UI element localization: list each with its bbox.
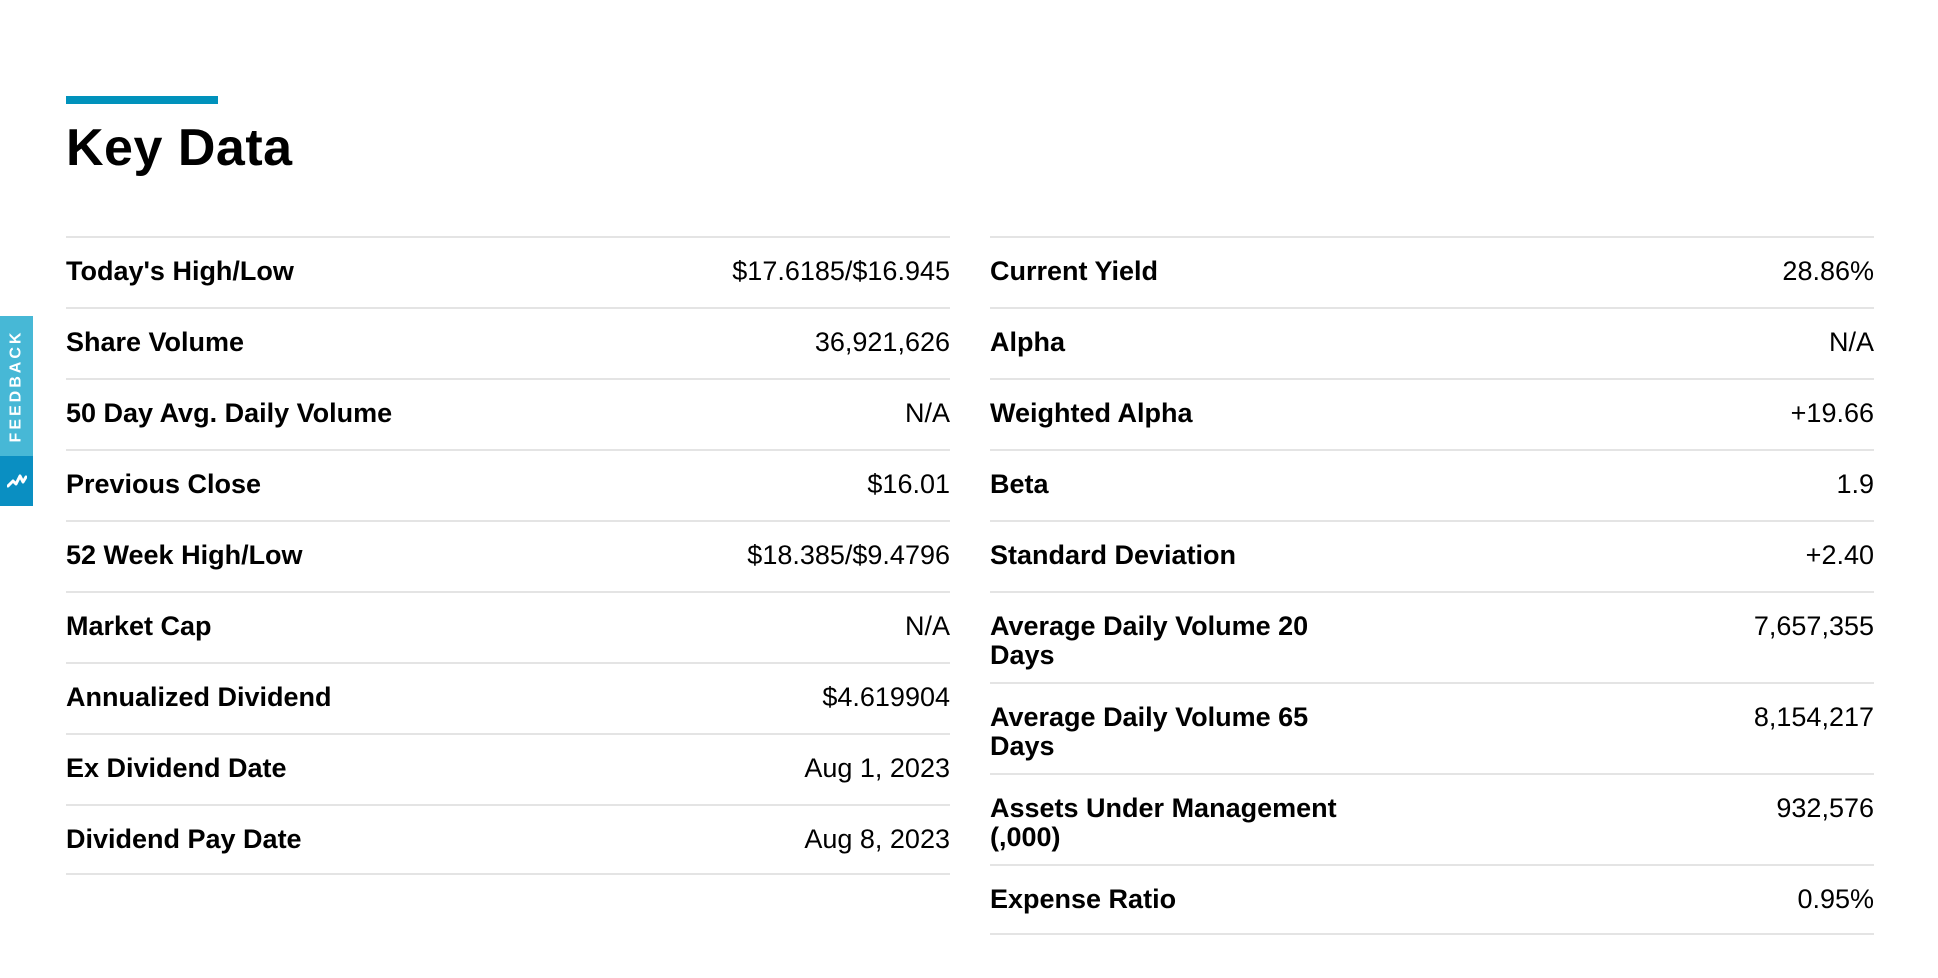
key-data-row: Ex Dividend Date Aug 1, 2023 <box>66 733 950 804</box>
row-label: 50 Day Avg. Daily Volume <box>66 398 393 428</box>
row-label: Expense Ratio <box>990 884 1177 914</box>
feedback-logo-icon <box>0 456 33 506</box>
row-value: $16.01 <box>867 469 950 499</box>
key-data-row: Share Volume 36,921,626 <box>66 307 950 378</box>
key-data-row: Previous Close $16.01 <box>66 449 950 520</box>
key-data-row: Expense Ratio 0.95% <box>990 864 1874 935</box>
key-data-row: Alpha N/A <box>990 307 1874 378</box>
row-label: 52 Week High/Low <box>66 540 303 570</box>
row-value: $4.619904 <box>822 682 950 712</box>
row-value: N/A <box>904 398 950 428</box>
row-label: Beta <box>990 469 1049 499</box>
key-data-row: 52 Week High/Low $18.385/$9.4796 <box>66 520 950 591</box>
key-data-row: Today's High/Low $17.6185/$16.945 <box>66 236 950 307</box>
row-label: Previous Close <box>66 469 262 499</box>
feedback-label-wrap: FEEDBACK <box>0 316 33 456</box>
row-value: $17.6185/$16.945 <box>732 256 950 286</box>
key-data-left-column: Today's High/Low $17.6185/$16.945 Share … <box>66 236 950 875</box>
row-label: Average Daily Volume 20 Days <box>990 611 1309 670</box>
row-label: Annualized Dividend <box>66 682 332 712</box>
key-data-row: 50 Day Avg. Daily Volume N/A <box>66 378 950 449</box>
key-data-row: Average Daily Volume 20 Days 7,657,355 <box>990 591 1874 682</box>
row-label: Assets Under Management (,000) <box>990 793 1337 852</box>
row-value: Aug 1, 2023 <box>804 753 950 783</box>
row-value: $18.385/$9.4796 <box>747 540 950 570</box>
row-value: 0.95% <box>1797 884 1874 914</box>
row-value: 36,921,626 <box>814 327 950 357</box>
key-data-row: Annualized Dividend $4.619904 <box>66 662 950 733</box>
row-value: +2.40 <box>1805 540 1874 570</box>
key-data-row: Dividend Pay Date Aug 8, 2023 <box>66 804 950 875</box>
key-data-row: Average Daily Volume 65 Days 8,154,217 <box>990 682 1874 773</box>
key-data-row: Weighted Alpha +19.66 <box>990 378 1874 449</box>
title-accent-bar <box>66 96 218 104</box>
key-data-row: Beta 1.9 <box>990 449 1874 520</box>
row-label: Dividend Pay Date <box>66 824 302 854</box>
row-value: N/A <box>1828 327 1874 357</box>
feedback-label: FEEDBACK <box>7 329 25 443</box>
row-label: Ex Dividend Date <box>66 753 287 783</box>
row-label: Today's High/Low <box>66 256 294 286</box>
row-value: 28.86% <box>1782 256 1874 286</box>
row-label: Weighted Alpha <box>990 398 1193 428</box>
row-value: N/A <box>904 611 950 641</box>
feedback-tab[interactable]: FEEDBACK <box>0 316 33 506</box>
row-value: 8,154,217 <box>1753 702 1874 732</box>
row-label: Standard Deviation <box>990 540 1237 570</box>
key-data-row: Current Yield 28.86% <box>990 236 1874 307</box>
row-value: 932,576 <box>1776 793 1874 823</box>
row-label: Alpha <box>990 327 1066 357</box>
key-data-row: Assets Under Management (,000) 932,576 <box>990 773 1874 864</box>
row-label: Current Yield <box>990 256 1159 286</box>
row-label: Share Volume <box>66 327 245 357</box>
row-value: Aug 8, 2023 <box>804 824 950 854</box>
row-value: 1.9 <box>1836 469 1874 499</box>
row-value: 7,657,355 <box>1753 611 1874 641</box>
row-value: +19.66 <box>1790 398 1874 428</box>
row-label: Market Cap <box>66 611 212 641</box>
key-data-right-column: Current Yield 28.86% Alpha N/A Weighted … <box>990 236 1874 935</box>
key-data-row: Market Cap N/A <box>66 591 950 662</box>
row-label: Average Daily Volume 65 Days <box>990 702 1309 761</box>
page-title: Key Data <box>66 119 293 177</box>
key-data-section: Key Data Today's High/Low $17.6185/$16.9… <box>66 96 1876 935</box>
key-data-row: Standard Deviation +2.40 <box>990 520 1874 591</box>
